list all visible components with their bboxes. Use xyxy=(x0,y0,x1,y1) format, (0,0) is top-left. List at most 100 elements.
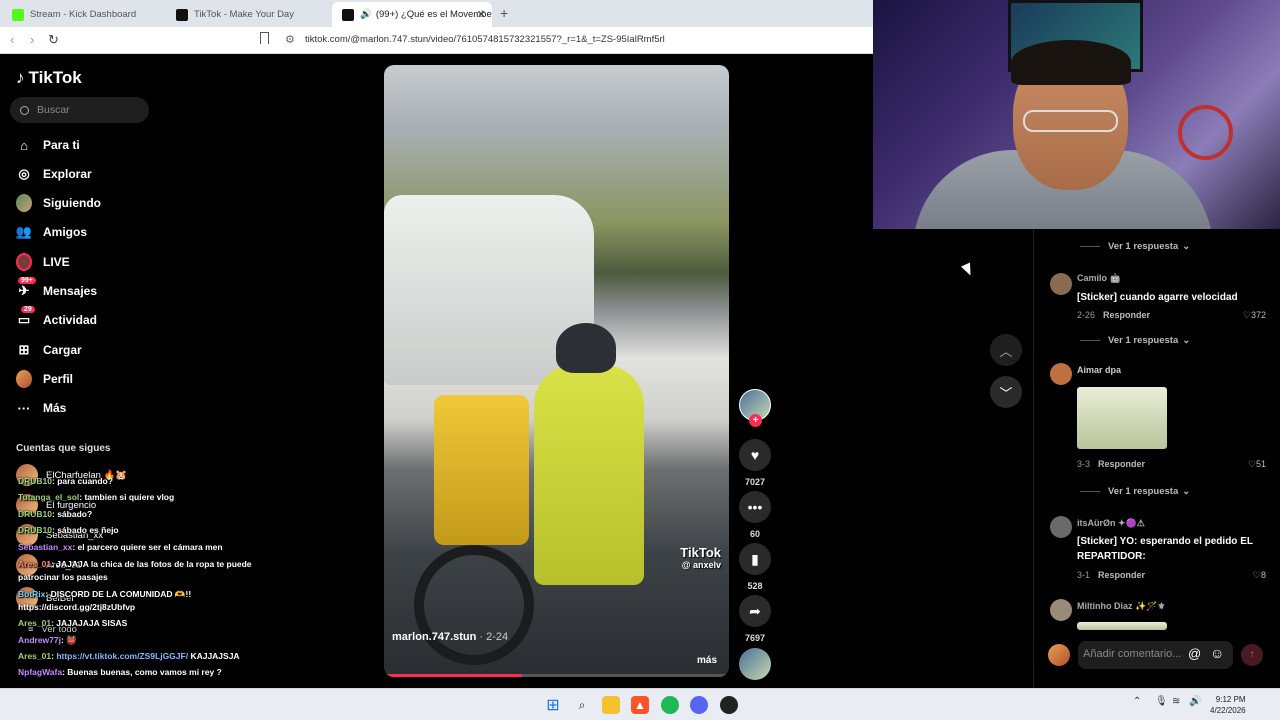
avatar[interactable] xyxy=(1050,599,1072,621)
author-avatar-button[interactable]: + xyxy=(739,389,771,427)
nav-cargar[interactable]: ⊞ Cargar xyxy=(16,338,82,362)
save-count: 528 xyxy=(747,581,763,591)
tiktok-note-icon: ♪ xyxy=(16,68,25,87)
reply-button[interactable]: Responder xyxy=(1098,459,1145,469)
nav-amigos[interactable]: 👥 Amigos xyxy=(16,220,87,244)
chat-message: Sebastian_xx: el parcero quiere ser el c… xyxy=(18,542,223,552)
nav-actividad[interactable]: ▭ 29 Actividad xyxy=(16,306,97,332)
upload-icon: ⊞ xyxy=(18,342,30,357)
comment-text: [Sticker] YO: esperando el pedido EL REP… xyxy=(1077,536,1253,562)
mention-icon[interactable]: @ xyxy=(1188,646,1201,661)
forward-icon[interactable]: › xyxy=(30,32,34,47)
music-disc-icon xyxy=(739,648,771,680)
chevron-down-icon: ﹀ xyxy=(999,385,1013,401)
send-comment-button[interactable]: ↑ xyxy=(1241,644,1263,666)
heart-outline-icon: ♡ xyxy=(1252,570,1261,580)
brave-browser-icon[interactable]: ▲ xyxy=(631,696,649,714)
search-icon[interactable]: ⌕ xyxy=(573,696,591,714)
avatar[interactable] xyxy=(1050,516,1072,538)
url-field[interactable]: tiktok.com/@marlon.747.stun/video/761057… xyxy=(305,34,665,45)
view-replies-button[interactable]: Ver 1 respuesta ⌄ xyxy=(1080,486,1190,497)
video-player[interactable]: TikTok @ anxelv marlon.747.stun · 2-24 m… xyxy=(384,65,729,677)
address-bar: ‹ › ↻ ⚙ tiktok.com/@marlon.747.stun/vide… xyxy=(0,27,873,54)
volume-icon[interactable]: 🔊 xyxy=(1189,696,1201,707)
nav-mas[interactable]: ··· Más xyxy=(16,396,67,420)
compass-icon: ◎ xyxy=(18,166,30,181)
heart-icon[interactable]: ♥ xyxy=(739,439,771,471)
comment-author[interactable]: Miltinho Diaz ✨🪄⚜ xyxy=(1077,601,1165,612)
next-video-button[interactable]: ﹀ xyxy=(990,376,1022,408)
emoji-icon[interactable]: ☺ xyxy=(1210,645,1224,661)
friends-icon: 👥 xyxy=(15,224,33,239)
profile-icon xyxy=(16,370,32,388)
comment-action[interactable]: ••• 60 xyxy=(739,491,771,539)
comment-meta: 2-26 Responder xyxy=(1077,310,1150,320)
nav-label: Cargar xyxy=(43,343,82,357)
chat-text: : tambien si quiere vlog xyxy=(79,492,175,502)
speaker-icon[interactable]: 🔊 xyxy=(360,9,372,20)
chat-message: Andrew77j: 👹 xyxy=(18,635,77,646)
windows-start-icon[interactable]: ⊞ xyxy=(544,696,562,714)
nav-live[interactable]: LIVE xyxy=(16,250,70,274)
comment-like[interactable]: ♡372 xyxy=(1243,310,1266,321)
save-action[interactable]: ▮ 528 xyxy=(739,543,771,591)
avatar[interactable] xyxy=(1050,363,1072,385)
comment-meta: 3-1 Responder xyxy=(1077,570,1145,580)
comment-author[interactable]: Camilo 🤖 xyxy=(1077,273,1121,284)
avatar[interactable] xyxy=(1050,273,1072,295)
nav-para-ti[interactable]: ⌂ Para ti xyxy=(16,133,80,157)
messages-badge: 99+ xyxy=(18,277,36,284)
following-section-title: Cuentas que sigues xyxy=(16,443,111,454)
back-icon[interactable]: ‹ xyxy=(10,32,14,47)
comments-panel: Ver 1 respuesta ⌄ Camilo 🤖 [Sticker] cuan… xyxy=(1033,229,1280,688)
nav-explorar[interactable]: ◎ Explorar xyxy=(16,162,91,186)
tab-kick-dashboard[interactable]: Stream - Kick Dashboard xyxy=(2,2,162,27)
comment-like[interactable]: ♡8 xyxy=(1253,570,1266,581)
microphone-icon[interactable]: 🎙 xyxy=(1155,696,1168,707)
tab-title: (99+) ¿Qué es el Movember y xyxy=(375,9,492,20)
tiktok-logo[interactable]: ♪ TikTok xyxy=(16,68,82,88)
search-input[interactable]: Buscar xyxy=(10,97,149,123)
reply-button[interactable]: Responder xyxy=(1098,570,1145,580)
bookmark-save-icon[interactable]: ▮ xyxy=(739,543,771,575)
new-tab-icon[interactable]: + xyxy=(500,5,508,21)
view-replies-button[interactable]: Ver 1 respuesta ⌄ xyxy=(1080,241,1190,252)
comment-icon[interactable]: ••• xyxy=(739,491,771,523)
like-action[interactable]: ♥ 7027 xyxy=(739,439,771,487)
tab-tiktok-home[interactable]: TikTok - Make Your Day xyxy=(166,2,326,27)
comment-author[interactable]: itsAürØn ✦🟣⚠ xyxy=(1077,518,1145,529)
site-settings-icon[interactable]: ⚙ xyxy=(285,33,295,46)
share-action[interactable]: ➦ 7697 xyxy=(739,595,771,643)
wifi-icon[interactable]: ≋ xyxy=(1172,696,1180,707)
more-button[interactable]: más xyxy=(697,655,717,666)
watermark-brand: TikTok xyxy=(680,545,721,560)
previous-video-button[interactable]: ︿ xyxy=(990,334,1022,366)
like-count: 51 xyxy=(1255,459,1266,469)
bookmark-icon[interactable] xyxy=(260,32,269,44)
comment-author[interactable]: Aimar dpa xyxy=(1077,365,1121,375)
music-disc[interactable] xyxy=(739,648,771,680)
chevron-up-icon[interactable]: ⌃ xyxy=(1133,696,1141,707)
clock[interactable]: 9:12 PM 4/22/2026 xyxy=(1210,694,1246,716)
video-progress-bar[interactable] xyxy=(384,674,729,677)
reload-icon[interactable]: ↻ xyxy=(48,32,59,48)
comment-like[interactable]: ♡51 xyxy=(1248,459,1266,470)
nav-label: LIVE xyxy=(43,255,70,269)
discord-icon[interactable] xyxy=(690,696,708,714)
nav-siguiendo[interactable]: Siguiendo xyxy=(16,191,101,215)
view-replies-button[interactable]: Ver 1 respuesta ⌄ xyxy=(1080,335,1190,346)
kick-favicon-icon xyxy=(12,8,24,21)
share-icon[interactable]: ➦ xyxy=(739,595,771,627)
video-author[interactable]: marlon.747.stun xyxy=(392,631,476,643)
obs-icon[interactable] xyxy=(720,696,738,714)
tab-tiktok-video[interactable]: 🔊 (99+) ¿Qué es el Movember y ✕ xyxy=(332,2,492,27)
spotify-icon[interactable] xyxy=(661,696,679,714)
close-tab-icon[interactable]: ✕ xyxy=(477,8,486,21)
nav-perfil[interactable]: Perfil xyxy=(16,367,73,391)
follow-plus-icon[interactable]: + xyxy=(749,414,762,427)
nav-mensajes[interactable]: ✈ 99+ Mensajes xyxy=(16,277,97,303)
chat-link[interactable]: https://vt.tiktok.com/ZS9LjGGJF/ xyxy=(56,651,188,661)
chat-user: Tutanga_el_sol xyxy=(18,492,80,502)
file-explorer-icon[interactable] xyxy=(602,696,620,714)
reply-button[interactable]: Responder xyxy=(1103,310,1150,320)
